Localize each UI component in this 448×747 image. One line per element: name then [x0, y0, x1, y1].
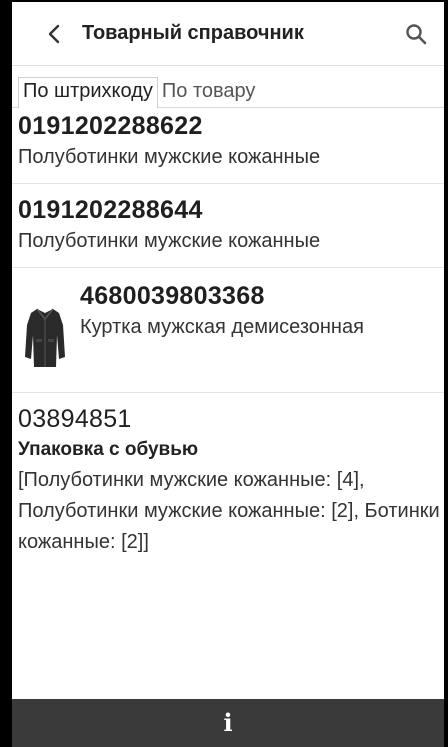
list-item[interactable]: 4680039803368 Куртка мужская демисезонна… [12, 268, 444, 393]
bottom-bar: i [12, 699, 444, 747]
info-icon[interactable]: i [223, 711, 232, 735]
tab-bar: По штрихкоду По товару [12, 66, 444, 108]
item-description: [Полуботинки мужские кожанные: [4], Полу… [18, 469, 440, 553]
tab-by-barcode[interactable]: По штрихкоду [18, 77, 158, 108]
chevron-left-icon [48, 24, 60, 43]
app-window: Товарный справочник По штрихкоду По това… [0, 0, 448, 747]
item-name: Полуботинки мужские кожанные [18, 146, 321, 168]
item-barcode: 03894851 [18, 405, 132, 433]
item-name: Куртка мужская демисезонная [80, 316, 364, 338]
item-barcode: 4680039803368 [80, 282, 265, 310]
list-item[interactable]: 0191202288644 Полуботинки мужские кожанн… [12, 184, 444, 268]
item-name: Полуботинки мужские кожанные [18, 230, 321, 252]
page-title: Товарный справочник [82, 22, 304, 44]
back-button[interactable] [30, 10, 78, 58]
jacket-thumbnail-icon [18, 292, 72, 382]
product-list: 0191202288622 Полуботинки мужские кожанн… [12, 110, 444, 699]
item-text: 4680039803368 Куртка мужская демисезонна… [80, 280, 364, 382]
list-item[interactable]: 0191202288622 Полуботинки мужские кожанн… [12, 110, 444, 184]
item-barcode: 0191202288622 [18, 112, 203, 140]
item-title: Упаковка с обувью [18, 439, 199, 460]
search-button[interactable] [392, 10, 440, 58]
app-header: Товарный справочник [12, 2, 444, 66]
tab-by-product[interactable]: По товару [158, 78, 260, 107]
item-barcode: 0191202288644 [18, 196, 203, 224]
search-icon [406, 23, 427, 44]
list-item[interactable]: 03894851 Упаковка с обувью [Полуботинки … [12, 393, 444, 568]
